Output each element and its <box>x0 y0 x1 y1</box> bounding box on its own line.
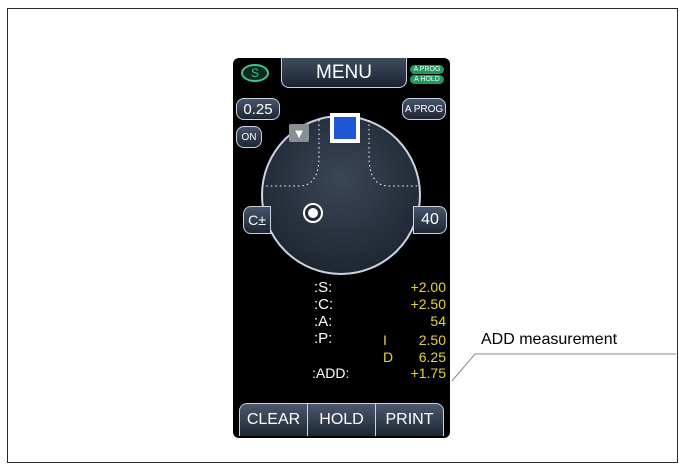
add-measurement-callout: ADD measurement <box>481 331 618 348</box>
callout-leader-line <box>451 353 676 382</box>
